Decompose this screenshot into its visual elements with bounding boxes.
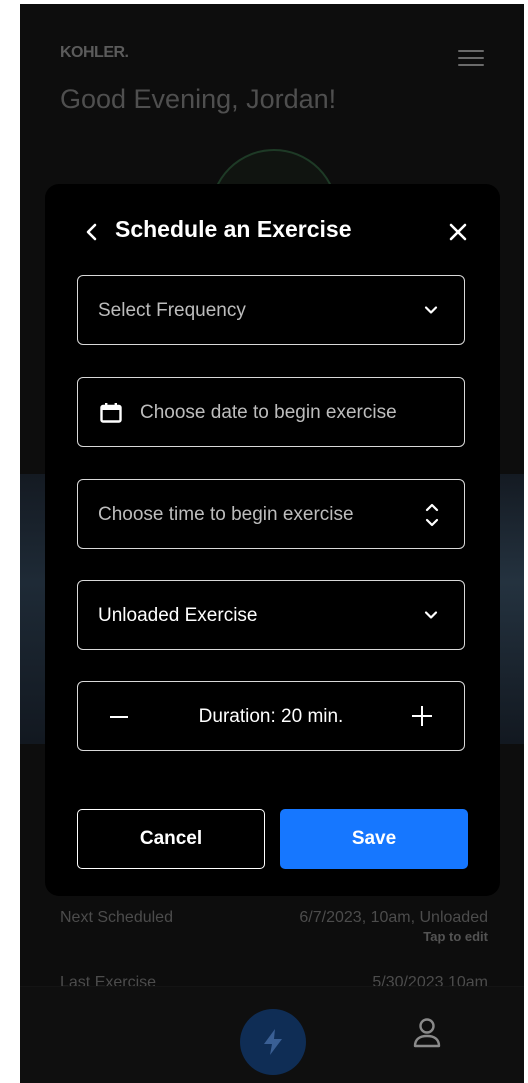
increase-duration-button[interactable] — [412, 706, 432, 726]
chevron-left-icon — [86, 223, 97, 241]
duration-label: Duration: 20 min. — [198, 706, 344, 727]
exercise-type-value: Unloaded Exercise — [98, 605, 258, 626]
modal-header: Schedule an Exercise — [81, 214, 470, 250]
back-button[interactable] — [81, 221, 103, 243]
close-button[interactable] — [446, 220, 470, 244]
start-date-field[interactable]: Choose date to begin exercise — [77, 377, 465, 447]
bottom-navigation — [20, 986, 524, 1083]
next-scheduled-value: 6/7/2023, 10am, Unloaded Tap to edit — [299, 909, 488, 944]
background-image-right — [496, 474, 524, 744]
close-icon — [449, 223, 467, 241]
next-scheduled-datetime: 6/7/2023, 10am, Unloaded — [299, 909, 488, 926]
background-image-left — [20, 474, 46, 744]
bolt-icon — [264, 1029, 282, 1055]
frequency-select[interactable]: Select Frequency — [77, 275, 465, 345]
nav-profile-button[interactable] — [412, 1017, 442, 1054]
start-time-placeholder: Choose time to begin exercise — [98, 504, 354, 525]
schedule-exercise-modal: Schedule an Exercise Select Frequency Ch… — [45, 184, 500, 896]
chevron-down-icon — [424, 306, 438, 314]
phone-screen: KOHLER. Good Evening, Jordan! Next Sched… — [20, 4, 524, 1083]
save-button[interactable]: Save — [280, 809, 468, 869]
next-scheduled-label: Next Scheduled — [60, 909, 173, 926]
nav-exercise-button[interactable] — [240, 1009, 306, 1075]
duration-stepper: Duration: 20 min. — [77, 681, 465, 751]
person-icon — [413, 1018, 441, 1048]
kohler-logo: KOHLER. — [60, 44, 129, 61]
hamburger-menu-icon[interactable] — [458, 50, 484, 68]
start-date-placeholder: Choose date to begin exercise — [140, 402, 397, 423]
greeting-heading: Good Evening, Jordan! — [60, 84, 337, 114]
exercise-type-select[interactable]: Unloaded Exercise — [77, 580, 465, 650]
modal-title: Schedule an Exercise — [115, 216, 352, 242]
calendar-icon — [100, 403, 122, 423]
start-time-field[interactable]: Choose time to begin exercise — [77, 479, 465, 549]
chevron-down-icon — [424, 611, 438, 619]
cancel-button[interactable]: Cancel — [77, 809, 265, 869]
frequency-placeholder: Select Frequency — [98, 300, 246, 321]
tap-to-edit-link[interactable]: Tap to edit — [299, 929, 488, 944]
up-down-chevron-icon — [425, 503, 439, 527]
